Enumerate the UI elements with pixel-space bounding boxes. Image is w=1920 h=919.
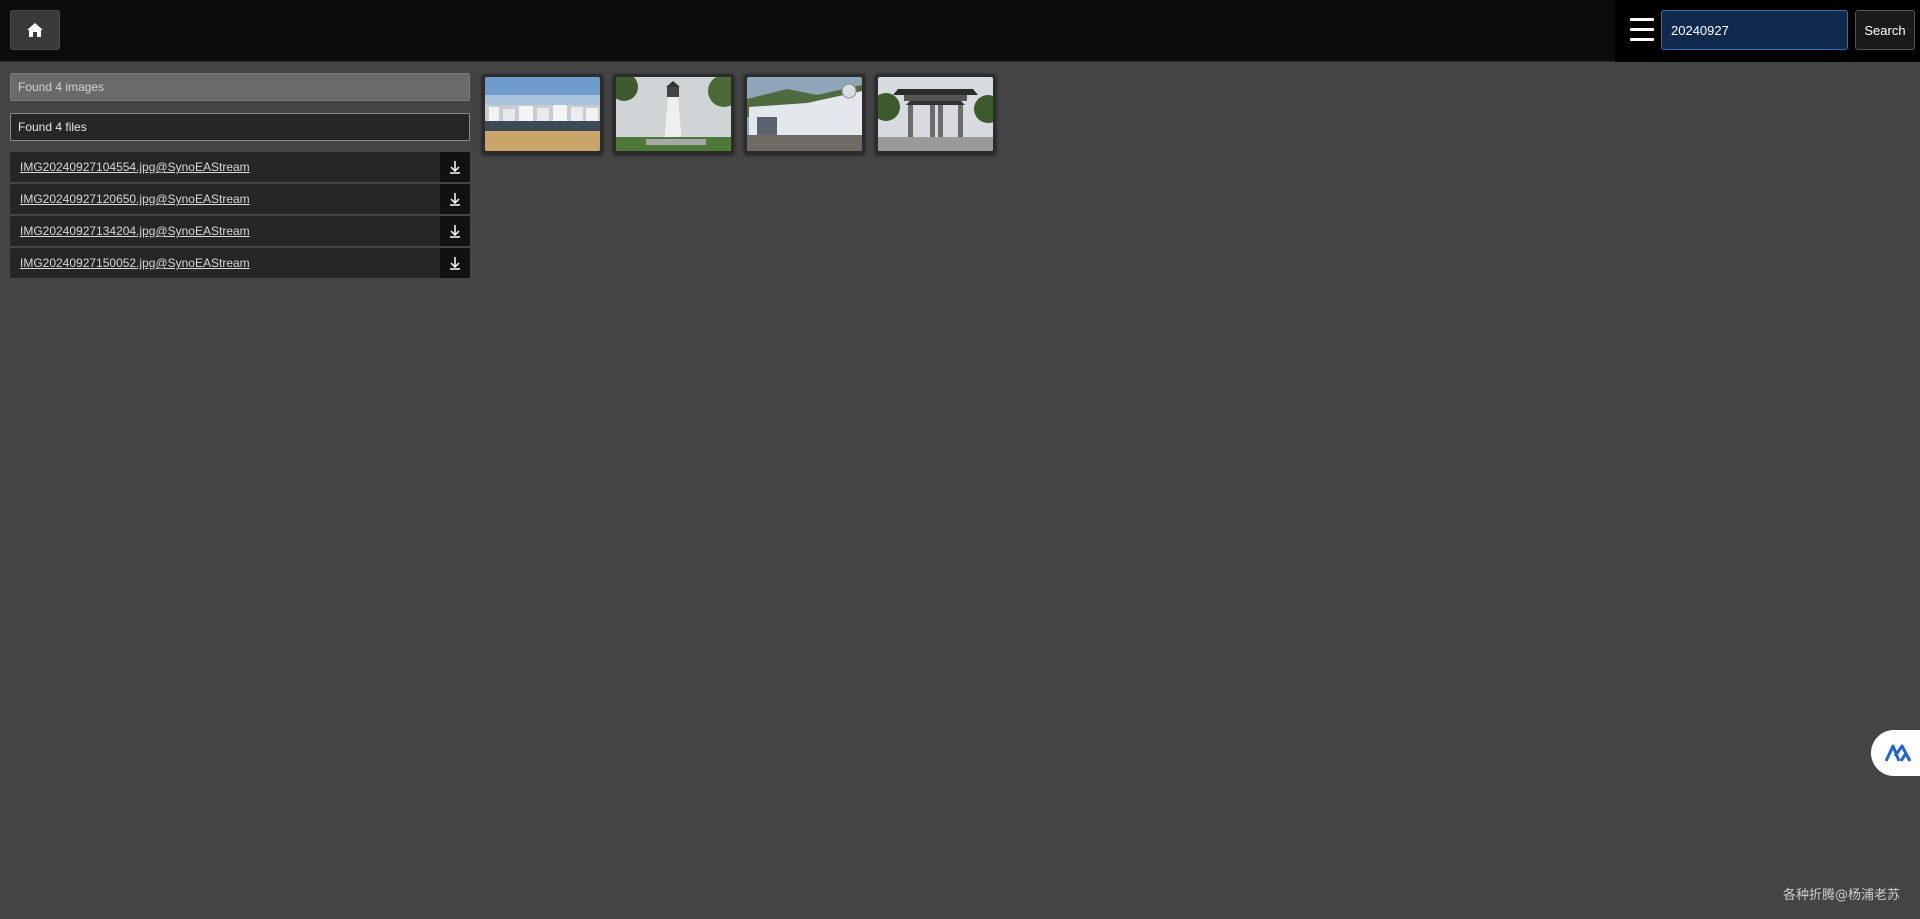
thumbnail-image bbox=[747, 77, 862, 151]
app-logo-icon bbox=[1884, 744, 1911, 762]
file-list: IMG20240927104554.jpg@SynoEAStream IMG20… bbox=[10, 152, 470, 280]
home-button[interactable] bbox=[10, 10, 60, 50]
download-arrow-icon bbox=[450, 257, 460, 270]
thumbnail-image bbox=[878, 77, 993, 151]
files-count-field: Found 4 files bbox=[10, 113, 470, 141]
search-input[interactable] bbox=[1661, 10, 1848, 50]
image-thumbnail[interactable] bbox=[875, 74, 996, 154]
top-bar: Search bbox=[0, 0, 1920, 62]
file-link[interactable]: IMG20240927104554.jpg@SynoEAStream bbox=[10, 160, 440, 174]
image-thumbnail[interactable] bbox=[744, 74, 865, 154]
download-button[interactable] bbox=[440, 184, 470, 214]
image-thumbnail[interactable] bbox=[613, 74, 734, 154]
file-row: IMG20240927120650.jpg@SynoEAStream bbox=[10, 184, 470, 214]
file-link[interactable]: IMG20240927134204.jpg@SynoEAStream bbox=[10, 224, 440, 238]
hamburger-menu-icon[interactable] bbox=[1630, 17, 1654, 43]
download-button[interactable] bbox=[440, 248, 470, 278]
file-row: IMG20240927134204.jpg@SynoEAStream bbox=[10, 216, 470, 246]
thumbnail-grid bbox=[482, 74, 996, 154]
floating-app-button[interactable] bbox=[1871, 730, 1920, 776]
home-icon bbox=[27, 23, 43, 37]
thumbnail-image bbox=[616, 77, 731, 151]
download-button[interactable] bbox=[440, 216, 470, 246]
file-link[interactable]: IMG20240927150052.jpg@SynoEAStream bbox=[10, 256, 440, 270]
image-thumbnail[interactable] bbox=[482, 74, 603, 154]
watermark-text: 各种折腾@杨浦老苏 bbox=[1782, 888, 1900, 903]
download-arrow-icon bbox=[450, 161, 460, 174]
search-area: Search bbox=[1615, 0, 1920, 62]
thumbnail-image bbox=[485, 77, 600, 151]
file-link[interactable]: IMG20240927120650.jpg@SynoEAStream bbox=[10, 192, 440, 206]
download-arrow-icon bbox=[450, 225, 460, 238]
file-row: IMG20240927104554.jpg@SynoEAStream bbox=[10, 152, 470, 182]
file-row: IMG20240927150052.jpg@SynoEAStream bbox=[10, 248, 470, 278]
download-button[interactable] bbox=[440, 152, 470, 182]
download-arrow-icon bbox=[450, 193, 460, 206]
search-button[interactable]: Search bbox=[1855, 10, 1915, 50]
images-count-field: Found 4 images bbox=[10, 73, 470, 101]
